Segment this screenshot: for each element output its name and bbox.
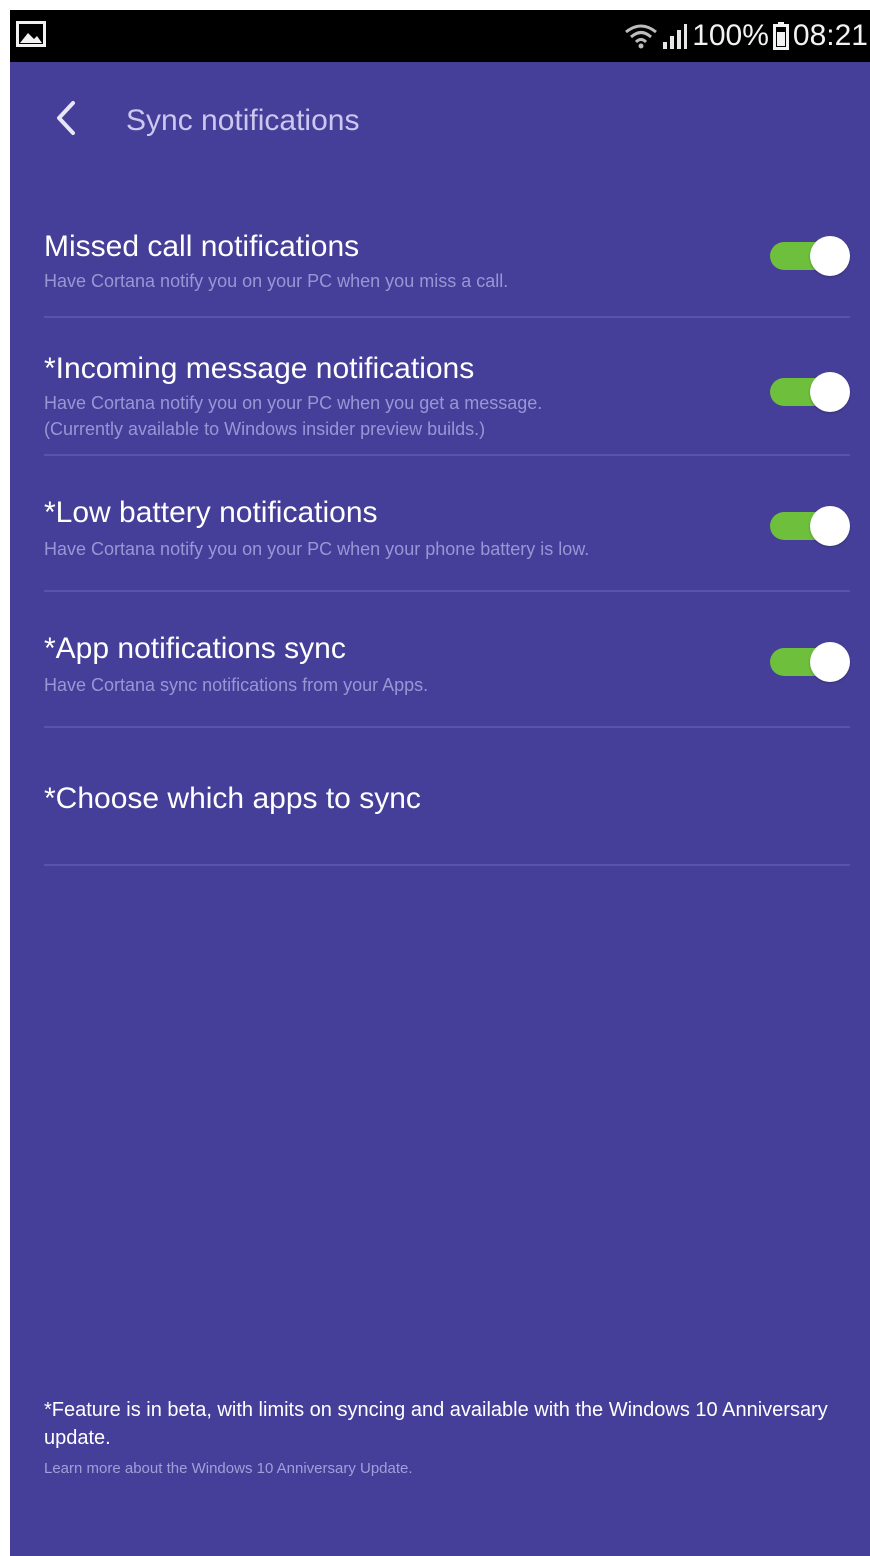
back-button[interactable] bbox=[44, 98, 88, 142]
setting-description-note: (Currently available to Windows insider … bbox=[44, 419, 486, 439]
image-icon bbox=[16, 21, 46, 47]
signal-icon bbox=[662, 22, 688, 50]
app-screen: 100% 08:21 Sync notifications Missed cal… bbox=[10, 10, 870, 1556]
setting-low-battery[interactable]: *Low battery notifications Have Cortana … bbox=[44, 456, 850, 592]
setting-title: *Incoming message notifications bbox=[44, 352, 475, 385]
learn-more-link[interactable]: Learn more about the Windows 10 Annivers… bbox=[44, 1460, 854, 1477]
battery-percent: 100% bbox=[692, 19, 769, 52]
app-notifications-sync-toggle[interactable] bbox=[770, 642, 850, 682]
battery-icon bbox=[772, 22, 789, 50]
setting-choose-apps[interactable]: *Choose which apps to sync bbox=[44, 728, 850, 866]
clock: 08:21 bbox=[792, 19, 868, 52]
toggle-knob bbox=[810, 372, 850, 412]
setting-description: Have Cortana notify you on your PC when … bbox=[44, 539, 590, 559]
toggle-knob bbox=[810, 642, 850, 682]
setting-title: *Low battery notifications bbox=[44, 496, 378, 529]
status-indicators: 100% 08:21 bbox=[624, 18, 868, 54]
toggle-knob bbox=[810, 236, 850, 276]
toggle-knob bbox=[810, 506, 850, 546]
beta-note: *Feature is in beta, with limits on sync… bbox=[44, 1399, 828, 1449]
missed-call-toggle[interactable] bbox=[770, 236, 850, 276]
page-title: Sync notifications bbox=[126, 104, 360, 137]
setting-title: *App notifications sync bbox=[44, 632, 346, 665]
setting-title: *Choose which apps to sync bbox=[44, 782, 421, 815]
setting-title: Missed call notifications bbox=[44, 230, 360, 263]
status-bar: 100% 08:21 bbox=[10, 10, 870, 62]
setting-incoming-message[interactable]: *Incoming message notifications Have Cor… bbox=[44, 318, 850, 456]
setting-description: Have Cortana notify you on your PC when … bbox=[44, 271, 509, 291]
wifi-icon bbox=[624, 22, 658, 50]
setting-description: Have Cortana notify you on your PC when … bbox=[44, 393, 543, 413]
low-battery-toggle[interactable] bbox=[770, 506, 850, 546]
footer: *Feature is in beta, with limits on sync… bbox=[44, 1396, 854, 1477]
setting-missed-call[interactable]: Missed call notifications Have Cortana n… bbox=[44, 182, 850, 318]
app-bar: Sync notifications bbox=[10, 62, 870, 182]
setting-app-notifications-sync[interactable]: *App notifications sync Have Cortana syn… bbox=[44, 592, 850, 728]
chevron-left-icon bbox=[54, 100, 78, 141]
setting-description: Have Cortana sync notifications from you… bbox=[44, 675, 429, 695]
incoming-message-toggle[interactable] bbox=[770, 372, 850, 412]
settings-list: Missed call notifications Have Cortana n… bbox=[44, 182, 850, 866]
